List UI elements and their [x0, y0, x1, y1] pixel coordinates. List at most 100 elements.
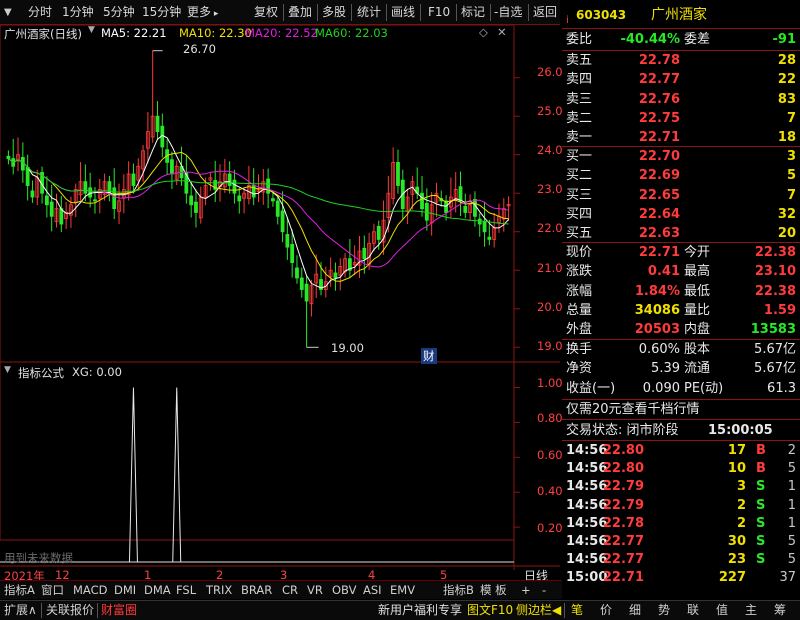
tab-indicator-b[interactable]: 指标B [443, 581, 474, 599]
icon-trend-tab[interactable]: 势 [658, 601, 670, 620]
tab-timeshare[interactable]: 分时 [28, 0, 52, 25]
icon-price-tab[interactable]: 价 [600, 601, 612, 620]
tick-price: 22.77 [602, 552, 644, 568]
trade-status-row[interactable]: 交易状态: 闭市阶段 15:00:05 [566, 421, 798, 440]
financial-report-badge[interactable]: 财 [421, 348, 437, 364]
candle-body [237, 195, 242, 202]
tab-window[interactable]: 窗口 [41, 581, 64, 599]
wealth-circle-button[interactable]: 财富圈 [101, 601, 137, 620]
promo-row[interactable]: 仅需20元查看千档行情 [566, 400, 798, 419]
toolbar-divider [283, 4, 284, 21]
tab-macd[interactable]: MACD [73, 581, 107, 599]
bid-price: 22.63 [638, 226, 680, 242]
tab-fsl[interactable]: FSL [176, 581, 196, 599]
tab-template[interactable]: 模 板 [480, 581, 507, 599]
ask-volume: 7 [786, 110, 796, 126]
ma60-label: MA60: 22.03 [315, 26, 388, 40]
back-triangle-icon[interactable]: ▼ [4, 0, 12, 25]
overlay-button[interactable]: 叠加 [288, 0, 312, 25]
bid-row[interactable]: 买三 22.65 7 [566, 186, 798, 205]
weibi-row[interactable]: 委比 -40.44% 委差 -91 [566, 30, 798, 49]
tick-row[interactable]: 14:56 22.80 17 B 2 [566, 441, 798, 460]
ask-row[interactable]: 卖一 22.71 18 [566, 128, 798, 147]
ask-row[interactable]: 卖五 22.78 28 [566, 51, 798, 70]
toolbar-divider [386, 4, 387, 21]
ask-row[interactable]: 卖四 22.77 22 [566, 70, 798, 89]
stat-row[interactable]: 现价 22.71 今开 22.38 [566, 243, 798, 262]
bid-row[interactable]: 买五 22.63 20 [566, 224, 798, 243]
expand-button[interactable]: 扩展∧ [4, 601, 37, 620]
stat-row[interactable]: 涨跌 0.41 最高 23.10 [566, 262, 798, 281]
tab-asi[interactable]: ASI [363, 581, 382, 599]
collapse-triangle-icon[interactable]: ▼ [88, 25, 95, 35]
tab-trix[interactable]: TRIX [206, 581, 232, 599]
tab-emv[interactable]: EMV [390, 581, 415, 599]
tab-dmi[interactable]: DMI [114, 581, 136, 599]
icon-value-tab[interactable]: 值 [716, 601, 728, 620]
stat-row[interactable]: 外盘 20503 内盘 13583 [566, 320, 798, 339]
tick-time: 14:56 [566, 534, 608, 549]
graphic-f10-button[interactable]: 图文F10 [467, 601, 513, 620]
tab-indicator-a[interactable]: 指标A [4, 581, 35, 599]
icon-detail-tab[interactable]: 细 [629, 601, 641, 620]
remove-watchlist-button[interactable]: -自选 [494, 0, 522, 25]
icon-main-tab[interactable]: 主 [745, 601, 757, 620]
new-user-promo[interactable]: 新用户福利专享 [378, 601, 462, 620]
f10-button[interactable]: F10 [428, 0, 450, 25]
statistics-button[interactable]: 统计 [357, 0, 381, 25]
kline-chart-area[interactable]: 广州酒家(日线) ▼ MA5: 22.21 MA10: 22.30 MA20: … [0, 25, 570, 583]
kline-chart-svg[interactable] [0, 25, 560, 570]
indicator-collapse-icon[interactable]: ▼ [4, 365, 11, 375]
tab-5min[interactable]: 5分钟 [103, 0, 135, 25]
bid-level-label: 买四 [566, 206, 593, 222]
back-button[interactable]: 返回 [533, 0, 557, 25]
candle-body [458, 186, 463, 202]
tab-dma[interactable]: DMA [144, 581, 171, 599]
tick-count: 37 [779, 570, 796, 586]
diamond-icon[interactable]: ◇ [479, 25, 488, 39]
close-icon[interactable]: ✕ [497, 25, 507, 39]
tab-brar[interactable]: BRAR [241, 581, 272, 599]
tick-time: 14:56 [566, 479, 608, 495]
bid-row[interactable]: 买一 22.70 3 [566, 147, 798, 166]
bid-row[interactable]: 买四 22.64 32 [566, 205, 798, 224]
fin-row[interactable]: 换手 0.60% 股本 5.67亿 [566, 340, 798, 359]
tick-row[interactable]: 15:00 22.71 227 37 [566, 568, 798, 587]
candle-body [487, 236, 492, 240]
tick-row[interactable]: 14:56 22.79 3 S 1 [566, 477, 798, 496]
zoom-out-button[interactable]: - [542, 581, 546, 599]
icon-link-tab[interactable]: 联 [687, 601, 699, 620]
indicator-title[interactable]: 指标公式 [18, 365, 64, 381]
more-button[interactable]: 更多 ▸ [187, 0, 218, 25]
draw-line-button[interactable]: 画线 [391, 0, 415, 25]
tick-row[interactable]: 14:56 22.77 30 S 5 [566, 532, 798, 551]
fin-row[interactable]: 净资 5.39 流通 5.67亿 [566, 359, 798, 378]
stat-row[interactable]: 涨幅 1.84% 最低 22.38 [566, 282, 798, 301]
bid-volume: 32 [777, 206, 796, 222]
tick-count: 2 [787, 443, 796, 458]
icon-chips-tab[interactable]: 筹 [774, 601, 786, 620]
ask-row[interactable]: 卖三 22.76 83 [566, 90, 798, 109]
zoom-in-button[interactable]: + [521, 581, 531, 599]
stat-value: 13583 [750, 322, 796, 338]
stat-row[interactable]: 总量 34086 量比 1.59 [566, 301, 798, 320]
multi-stock-button[interactable]: 多股 [322, 0, 346, 25]
rights-adjust-button[interactable]: 复权 [254, 0, 278, 25]
tick-row[interactable]: 14:56 22.77 23 S 5 [566, 550, 798, 569]
icon-pen-tab[interactable]: 笔 [571, 601, 583, 620]
tick-row[interactable]: 14:56 22.80 10 B 5 [566, 459, 798, 478]
related-quotes-button[interactable]: 关联报价 [46, 601, 94, 620]
bid-row[interactable]: 买二 22.69 5 [566, 166, 798, 185]
bid-price: 22.69 [638, 168, 680, 184]
mark-button[interactable]: 标记 [461, 0, 485, 25]
tab-15min[interactable]: 15分钟 [142, 0, 181, 25]
tab-1min[interactable]: 1分钟 [62, 0, 94, 25]
ask-row[interactable]: 卖二 22.75 7 [566, 109, 798, 128]
fin-row[interactable]: 收益(一) 0.090 PE(动) 61.3 [566, 379, 798, 398]
tab-obv[interactable]: OBV [332, 581, 356, 599]
tab-vr[interactable]: VR [307, 581, 323, 599]
sidebar-toggle-button[interactable]: 侧边栏◀ [516, 601, 561, 620]
tick-row[interactable]: 14:56 22.78 2 S 1 [566, 514, 798, 533]
tick-row[interactable]: 14:56 22.79 2 S 1 [566, 496, 798, 515]
tab-cr[interactable]: CR [282, 581, 298, 599]
